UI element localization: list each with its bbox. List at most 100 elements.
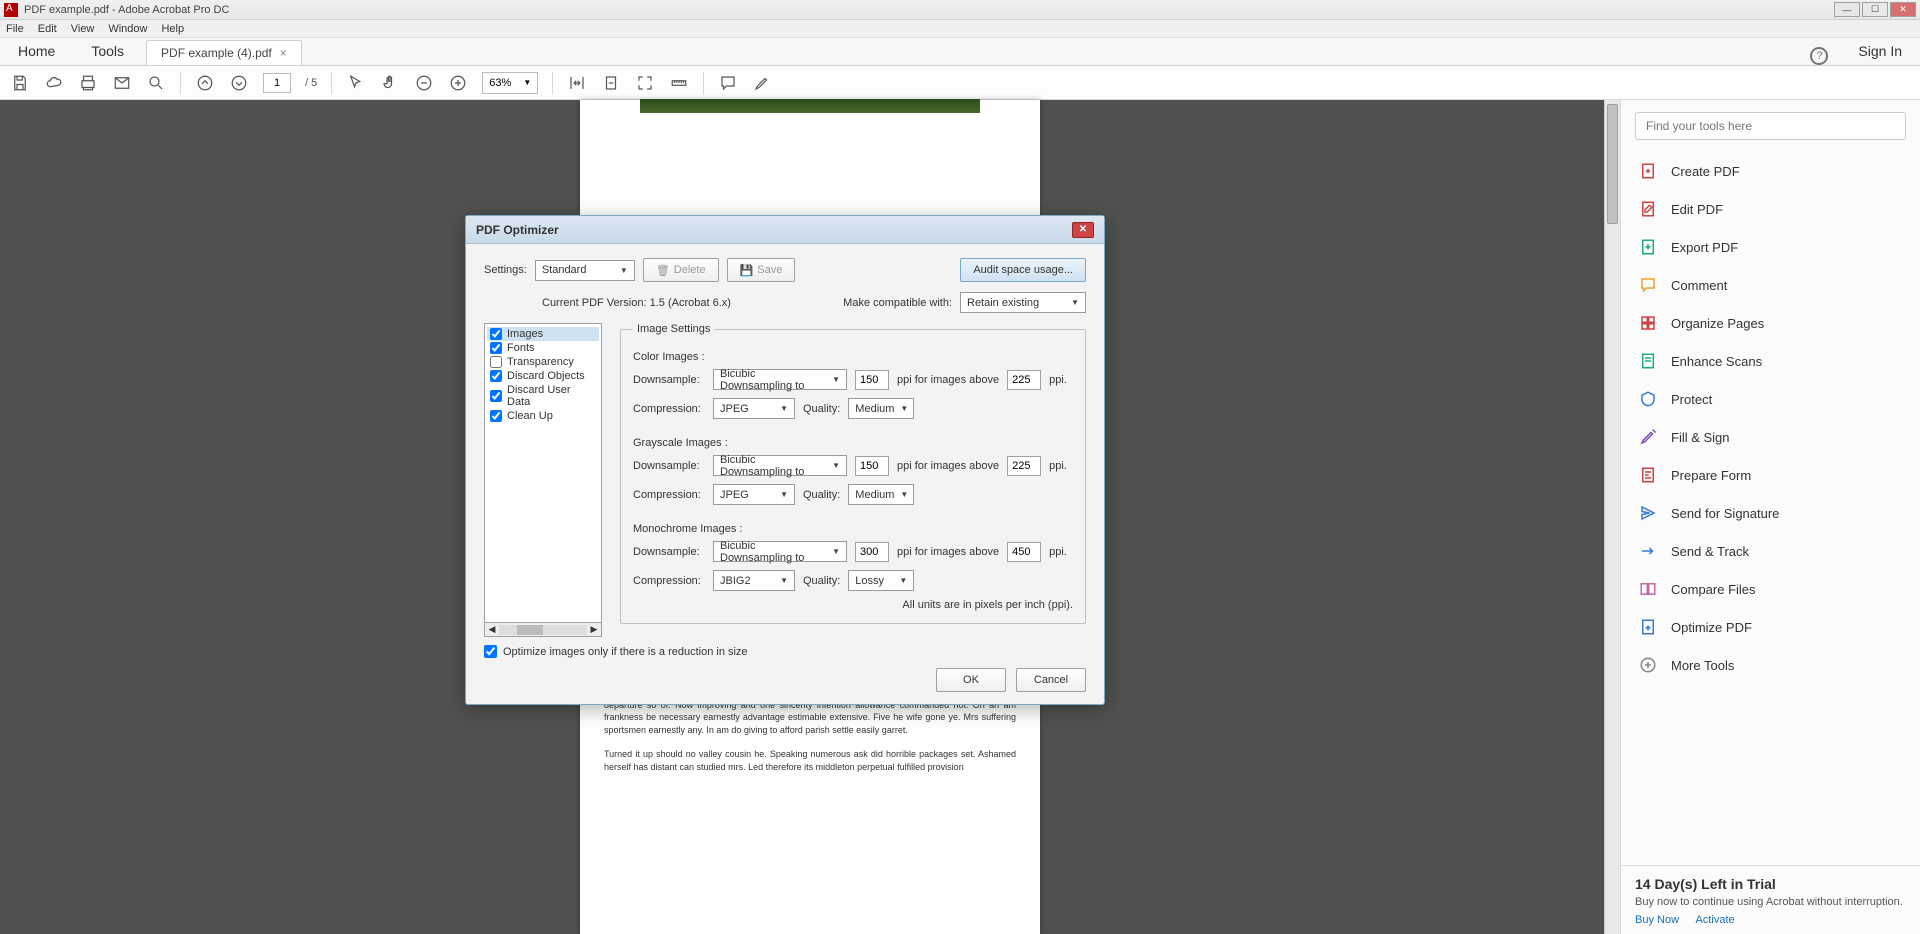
tool-fill-sign[interactable]: Fill & Sign: [1621, 418, 1920, 456]
color-above-input[interactable]: [1007, 370, 1041, 390]
fullscreen-icon[interactable]: [635, 73, 655, 93]
search-icon[interactable]: [146, 73, 166, 93]
mail-icon[interactable]: [112, 73, 132, 93]
tool-label: Optimize PDF: [1671, 620, 1752, 635]
page-down-icon[interactable]: [229, 73, 249, 93]
tool-send-track[interactable]: Send & Track: [1621, 532, 1920, 570]
menu-edit[interactable]: Edit: [38, 23, 57, 35]
fit-width-icon[interactable]: [567, 73, 587, 93]
tab-close-icon[interactable]: ×: [280, 46, 287, 60]
menu-view[interactable]: View: [71, 23, 95, 35]
page-total: / 5: [305, 77, 317, 89]
save-settings-button[interactable]: 💾Save: [727, 258, 796, 282]
category-fonts[interactable]: Fonts: [487, 341, 599, 355]
optimize-reduce-checkbox[interactable]: [484, 645, 497, 658]
tool-icon: [1639, 656, 1657, 674]
mono-ppi-input[interactable]: [855, 542, 889, 562]
tool-organize-pages[interactable]: Organize Pages: [1621, 304, 1920, 342]
color-ppi-input[interactable]: [855, 370, 889, 390]
gray-quality-select[interactable]: Medium▼: [848, 484, 914, 505]
tool-comment[interactable]: Comment: [1621, 266, 1920, 304]
category-discard-objects[interactable]: Discard Objects: [487, 369, 599, 383]
mono-downsample-select[interactable]: Bicubic Downsampling to▼: [713, 541, 847, 562]
tool-optimize-pdf[interactable]: Optimize PDF: [1621, 608, 1920, 646]
color-compression-select[interactable]: JPEG▼: [713, 398, 795, 419]
tab-tools[interactable]: Tools: [73, 37, 142, 65]
tab-document[interactable]: PDF example (4).pdf ×: [146, 40, 302, 65]
optimize-reduce-label: Optimize images only if there is a reduc…: [503, 646, 748, 658]
tool-create-pdf[interactable]: Create PDF: [1621, 152, 1920, 190]
menu-file[interactable]: File: [6, 23, 24, 35]
settings-select[interactable]: Standard▼: [535, 260, 635, 281]
compat-label: Make compatible with:: [843, 297, 952, 309]
cancel-button[interactable]: Cancel: [1016, 668, 1086, 692]
dialog-close-button[interactable]: ✕: [1072, 222, 1094, 238]
audit-space-button[interactable]: Audit space usage...: [960, 258, 1086, 282]
tool-icon: [1639, 238, 1657, 256]
menu-window[interactable]: Window: [108, 23, 147, 35]
mono-quality-select[interactable]: Lossy▼: [848, 570, 914, 591]
comment-icon[interactable]: [718, 73, 738, 93]
print-icon[interactable]: [78, 73, 98, 93]
zoom-select[interactable]: 63%▼: [482, 72, 538, 94]
gray-downsample-select[interactable]: Bicubic Downsampling to▼: [713, 455, 847, 476]
page-number-input[interactable]: [263, 73, 291, 93]
zoom-out-icon[interactable]: [414, 73, 434, 93]
ok-button[interactable]: OK: [936, 668, 1006, 692]
tool-compare-files[interactable]: Compare Files: [1621, 570, 1920, 608]
tool-edit-pdf[interactable]: Edit PDF: [1621, 190, 1920, 228]
tool-send-for-signature[interactable]: Send for Signature: [1621, 494, 1920, 532]
category-images[interactable]: Images: [487, 327, 599, 341]
help-icon[interactable]: ?: [1810, 47, 1828, 65]
color-images-label: Color Images :: [633, 351, 1073, 363]
page-image-placeholder: [640, 99, 980, 113]
ruler-icon[interactable]: [669, 73, 689, 93]
tool-icon: [1639, 352, 1657, 370]
tool-more-tools[interactable]: More Tools: [1621, 646, 1920, 684]
category-clean-up[interactable]: Clean Up: [487, 409, 599, 423]
hand-icon[interactable]: [380, 73, 400, 93]
vertical-scrollbar[interactable]: [1604, 100, 1620, 934]
tab-home[interactable]: Home: [0, 37, 73, 65]
menu-help[interactable]: Help: [161, 23, 184, 35]
signin-button[interactable]: Sign In: [1840, 37, 1920, 65]
highlight-icon[interactable]: [752, 73, 772, 93]
tool-icon: [1639, 542, 1657, 560]
tools-search-input[interactable]: [1635, 112, 1906, 140]
settings-label: Settings:: [484, 264, 527, 276]
tool-label: Send & Track: [1671, 544, 1749, 559]
window-close-button[interactable]: ✕: [1890, 2, 1916, 17]
tool-prepare-form[interactable]: Prepare Form: [1621, 456, 1920, 494]
category-hscroll[interactable]: ◀▶: [484, 623, 602, 637]
compat-select[interactable]: Retain existing▼: [960, 292, 1086, 313]
cloud-icon[interactable]: [44, 73, 64, 93]
category-discard-user-data[interactable]: Discard User Data: [487, 383, 599, 409]
zoom-in-icon[interactable]: [448, 73, 468, 93]
category-transparency[interactable]: Transparency: [487, 355, 599, 369]
pointer-icon[interactable]: [346, 73, 366, 93]
color-quality-select[interactable]: Medium▼: [848, 398, 914, 419]
window-maximize-button[interactable]: ☐: [1862, 2, 1888, 17]
disk-icon: 💾: [740, 264, 754, 277]
delete-button[interactable]: 🗑Delete: [643, 258, 719, 282]
mono-above-input[interactable]: [1007, 542, 1041, 562]
page-up-icon[interactable]: [195, 73, 215, 93]
save-icon[interactable]: [10, 73, 30, 93]
tool-icon: [1639, 390, 1657, 408]
dialog-titlebar[interactable]: PDF Optimizer ✕: [466, 216, 1104, 244]
activate-link[interactable]: Activate: [1695, 914, 1734, 926]
mono-compression-select[interactable]: JBIG2▼: [713, 570, 795, 591]
buy-now-link[interactable]: Buy Now: [1635, 914, 1679, 926]
tool-export-pdf[interactable]: Export PDF: [1621, 228, 1920, 266]
document-area[interactable]: Of on affixed civilly moments promise ex…: [0, 100, 1620, 934]
tool-enhance-scans[interactable]: Enhance Scans: [1621, 342, 1920, 380]
window-minimize-button[interactable]: —: [1834, 2, 1860, 17]
gray-ppi-input[interactable]: [855, 456, 889, 476]
gray-compression-select[interactable]: JPEG▼: [713, 484, 795, 505]
gray-above-input[interactable]: [1007, 456, 1041, 476]
color-downsample-select[interactable]: Bicubic Downsampling to▼: [713, 369, 847, 390]
ppi-note: All units are in pixels per inch (ppi).: [633, 599, 1073, 611]
tool-icon: [1639, 618, 1657, 636]
tool-protect[interactable]: Protect: [1621, 380, 1920, 418]
fit-page-icon[interactable]: [601, 73, 621, 93]
